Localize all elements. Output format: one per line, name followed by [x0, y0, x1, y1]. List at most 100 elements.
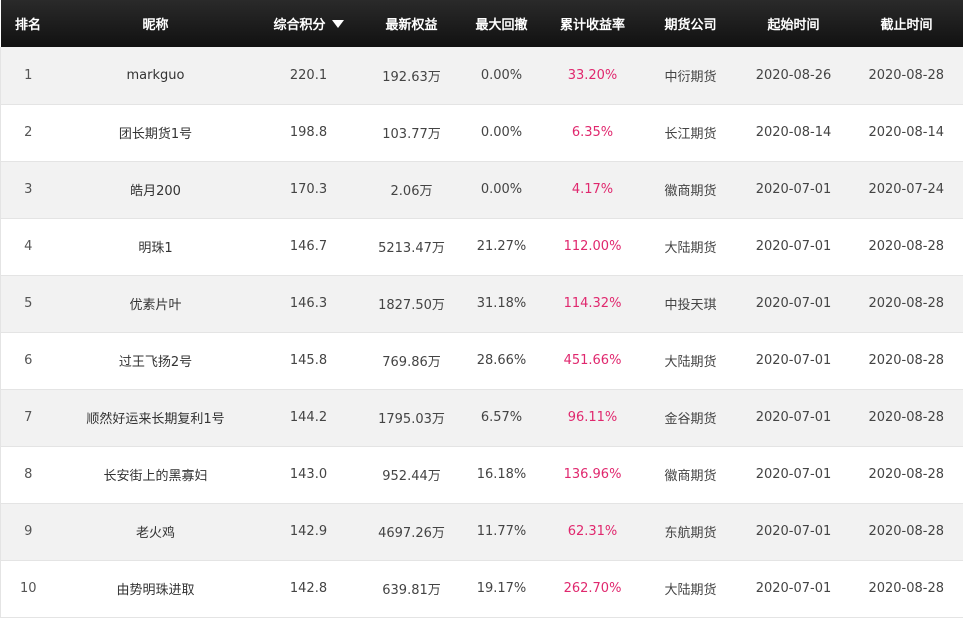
header-row: 排名 昵称 综合积分 最新权益 最大回撤 累计收益率 期货公司 起始时间 截止时… [0, 0, 963, 47]
start-date-cell: 2020-07-01 [755, 581, 832, 596]
table-body: 1 markguo 220.1 192.63万 0.00% 33.20% 中衍期货 2020-… [0, 47, 963, 617]
equity-cell: 4697.26万 [378, 526, 445, 541]
end-date-cell: 2020-08-28 [849, 503, 963, 560]
score-cell: 170.3 [289, 182, 328, 197]
end-date-cell: 2020-08-28 [849, 560, 963, 617]
drawdown-cell: 31.18% [476, 296, 527, 311]
drawdown-cell: 0.00% [480, 67, 523, 83]
score-cell: 198.8 [289, 125, 328, 140]
rank-cell: 10 [0, 560, 56, 617]
table-row[interactable]: 4 明珠1 146.7 5213.47万 21.27% 112.00% 大陆期货 2020-0… [0, 218, 963, 275]
triangle-down-icon[interactable] [331, 20, 344, 28]
score-cell: 142.8 [289, 581, 328, 596]
equity-cell: 192.63万 [382, 69, 441, 85]
end-date-cell: 2020-08-28 [849, 446, 963, 503]
company-cell: 大陆期货 [664, 241, 717, 256]
drawdown-cell: 16.18% [476, 467, 527, 482]
nickname-cell: 明珠1 [138, 241, 173, 256]
company-cell: 徽商期货 [664, 469, 717, 484]
rank-cell: 5 [0, 275, 56, 332]
nickname-cell: 老火鸡 [135, 526, 175, 541]
return-cell: 262.70% [563, 581, 622, 596]
company-cell: 中衍期货 [664, 69, 717, 85]
company-cell: 徽商期货 [664, 184, 717, 199]
score-cell: 145.8 [289, 353, 328, 368]
drawdown-cell: 28.66% [476, 353, 527, 368]
table-row[interactable]: 3 皓月200 170.3 2.06万 0.00% 4.17% 徽商期货 2020-07-01… [0, 161, 963, 218]
drawdown-cell: 11.77% [476, 524, 527, 539]
score-cell: 146.7 [289, 239, 328, 254]
header-score[interactable]: 综合积分 [256, 0, 362, 47]
equity-cell: 5213.47万 [378, 241, 445, 256]
nickname-cell: 顺然好运来长期复利1号 [86, 412, 225, 427]
drawdown-cell: 6.57% [480, 410, 523, 425]
company-cell: 东航期货 [664, 526, 717, 541]
end-date-cell: 2020-07-24 [849, 161, 963, 218]
return-cell: 6.35% [571, 125, 614, 140]
nickname-cell: 团长期货1号 [118, 127, 193, 142]
nickname-cell: markguo [126, 67, 185, 83]
company-cell: 长江期货 [664, 127, 717, 142]
end-date-cell: 2020-08-28 [849, 389, 963, 446]
score-cell: 144.2 [289, 410, 328, 425]
start-date-cell: 2020-07-01 [755, 353, 832, 368]
rank-cell: 2 [0, 104, 56, 161]
rank-cell: 9 [0, 503, 56, 560]
start-date-cell: 2020-07-01 [755, 467, 832, 482]
start-date-cell: 2020-07-01 [755, 239, 832, 254]
nickname-cell: 长安街上的黑寡妇 [103, 469, 208, 484]
return-cell: 114.32% [563, 296, 622, 311]
table-row[interactable]: 2 团长期货1号 198.8 103.77万 0.00% 6.35% 长江期货 2020-08… [0, 104, 963, 161]
header-end: 截止时间 [880, 18, 933, 33]
score-cell: 220.1 [289, 67, 328, 83]
start-date-cell: 2020-08-14 [755, 125, 832, 140]
return-cell: 96.11% [567, 410, 618, 425]
rank-cell: 8 [0, 446, 56, 503]
start-date-cell: 2020-07-01 [755, 296, 832, 311]
rank-cell: 6 [0, 332, 56, 389]
header-return: 累计收益率 [559, 18, 625, 33]
nickname-cell: 皓月200 [130, 184, 181, 199]
table-row[interactable]: 1 markguo 220.1 192.63万 0.00% 33.20% 中衍期货 2020-… [0, 47, 963, 104]
return-cell: 451.66% [563, 353, 622, 368]
drawdown-cell: 21.27% [476, 239, 527, 254]
header-drawdown: 最大回撤 [475, 18, 528, 33]
equity-cell: 1827.50万 [378, 298, 445, 313]
header-rank: 排名 [14, 18, 41, 33]
score-cell: 146.3 [289, 296, 328, 311]
end-date-cell: 2020-08-14 [849, 104, 963, 161]
equity-cell: 769.86万 [382, 355, 441, 370]
drawdown-cell: 0.00% [480, 182, 523, 197]
end-date-cell: 2020-08-28 [849, 332, 963, 389]
start-date-cell: 2020-07-01 [755, 182, 832, 197]
end-date-cell: 2020-08-28 [849, 275, 963, 332]
header-company: 期货公司 [664, 18, 717, 33]
return-cell: 112.00% [563, 239, 622, 254]
header-start: 起始时间 [767, 18, 820, 33]
rank-cell: 1 [0, 47, 56, 104]
drawdown-cell: 0.00% [480, 125, 523, 140]
equity-cell: 952.44万 [382, 469, 441, 484]
company-cell: 大陆期货 [664, 583, 717, 598]
start-date-cell: 2020-08-26 [755, 67, 832, 83]
nickname-cell: 优素片叶 [129, 298, 182, 313]
score-cell: 142.9 [289, 524, 328, 539]
return-cell: 33.20% [567, 67, 618, 83]
nickname-cell: 过王飞扬2号 [118, 355, 193, 370]
rank-cell: 7 [0, 389, 56, 446]
drawdown-cell: 19.17% [476, 581, 527, 596]
header-score-label: 综合积分 [273, 18, 326, 33]
ranking-table-container: 排名 昵称 综合积分 最新权益 最大回撤 累计收益率 期货公司 起始时间 截止时… [0, 0, 963, 619]
header-nickname: 昵称 [142, 18, 169, 33]
table-row[interactable]: 8 长安街上的黑寡妇 143.0 952.44万 16.18% 136.96% 徽商期货 20… [0, 446, 963, 503]
equity-cell: 103.77万 [382, 127, 441, 142]
company-cell: 中投天琪 [664, 298, 717, 313]
table-row[interactable]: 6 过王飞扬2号 145.8 769.86万 28.66% 451.66% 大陆期货 2020… [0, 332, 963, 389]
table-row[interactable]: 10 由势明珠进取 142.8 639.81万 19.17% 262.70% 大陆期货 202… [0, 560, 963, 617]
table-row[interactable]: 5 优素片叶 146.3 1827.50万 31.18% 114.32% 中投天琪 2020-… [0, 275, 963, 332]
rank-cell: 4 [0, 218, 56, 275]
start-date-cell: 2020-07-01 [755, 410, 832, 425]
table-row[interactable]: 9 老火鸡 142.9 4697.26万 11.77% 62.31% 东航期货 2020-07… [0, 503, 963, 560]
table-row[interactable]: 7 顺然好运来长期复利1号 144.2 1795.03万 6.57% 96.11% 金谷期货… [0, 389, 963, 446]
return-cell: 62.31% [567, 524, 618, 539]
